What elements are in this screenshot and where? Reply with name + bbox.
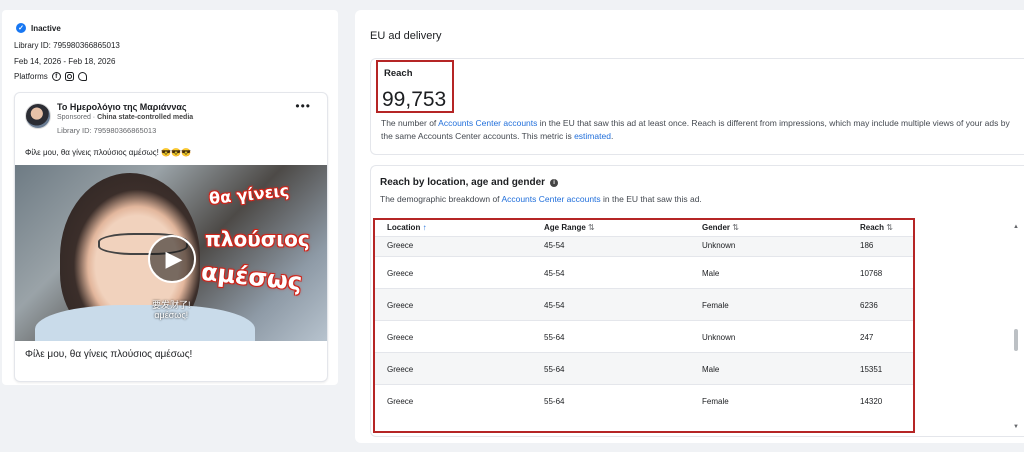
cell-reach: 247 [860, 333, 874, 342]
cell-location: Greece [387, 241, 414, 250]
column-label: Gender [702, 223, 731, 232]
cell-gender: Female [702, 301, 729, 310]
sort-icon: ⇅ [886, 223, 893, 232]
reach-description: The number of Accounts Center accounts i… [381, 117, 1021, 143]
library-id: Library ID: 795980366865013 [14, 41, 120, 50]
sort-asc-icon: ↑ [422, 223, 427, 232]
cell-location: Greece [387, 269, 414, 278]
cell-gender: Unknown [702, 241, 736, 250]
cell-gender: Male [702, 269, 720, 278]
estimated-link[interactable]: estimated [574, 131, 611, 141]
cell-age-range: 55-64 [544, 397, 565, 406]
breakdown-title: Reach by location, age and gender i [380, 177, 559, 188]
ad-caption: Φίλε μου, θα γίνεις πλούσιος αμέσως! [25, 349, 193, 360]
messenger-icon [77, 72, 87, 81]
column-header-age-range[interactable]: Age Range ⇅ [544, 223, 595, 232]
column-label: Reach [860, 223, 885, 232]
column-header-location[interactable]: Location ↑ [387, 223, 427, 232]
cell-age-range: 45-54 [544, 241, 565, 250]
reach-desc-text-3: . [610, 131, 614, 141]
avatar[interactable] [25, 103, 51, 129]
cell-location: Greece [387, 365, 414, 374]
column-label: Age Range [544, 223, 586, 232]
instagram-icon [64, 72, 74, 81]
info-icon[interactable]: i [550, 178, 559, 187]
cell-reach: 14320 [860, 397, 883, 406]
state-media-label: China state-controlled media [97, 114, 194, 121]
overlay-text-1: θα γίνεις [208, 180, 290, 209]
play-icon[interactable]: ▶ [148, 235, 196, 283]
overlay-text-2: πλούσιος [205, 227, 310, 251]
more-options-icon[interactable]: ••• [295, 99, 311, 113]
reach-value: 99,753 [382, 88, 447, 111]
video-subtitle-line-1: 要发财了! [152, 300, 191, 310]
cell-gender: Female [702, 397, 729, 406]
reach-highlight: Reach 99,753 [376, 60, 454, 113]
card-library-id: Library ID: 795980366865013 [57, 126, 157, 135]
scroll-down-icon[interactable]: ▼ [1013, 424, 1019, 430]
status-badge: ✓ Inactive [16, 23, 61, 33]
accounts-center-link[interactable]: Accounts Center accounts [438, 118, 537, 128]
cell-location: Greece [387, 333, 414, 342]
video-subtitle-line-2: αμέσως! [154, 310, 189, 320]
platforms-label: Platforms [14, 72, 48, 81]
cell-location: Greece [387, 301, 414, 310]
column-header-gender[interactable]: Gender ⇅ [702, 223, 739, 232]
cell-reach: 15351 [860, 365, 883, 374]
section-title: EU ad delivery [370, 30, 442, 42]
cell-gender: Unknown [702, 333, 736, 342]
table-row: Greece 55-64 Female 14320 [375, 384, 913, 416]
eu-delivery-panel: EU ad delivery Reach 99,753 The number o… [355, 10, 1024, 443]
status-label: Inactive [31, 23, 61, 33]
check-circle-icon: ✓ [16, 23, 26, 33]
cell-age-range: 45-54 [544, 301, 565, 310]
table-scrollbar[interactable]: ▲ ▼ [1012, 224, 1020, 430]
table-row: Greece 45-54 Female 6236 [375, 288, 913, 320]
scroll-up-icon[interactable]: ▲ [1013, 224, 1019, 230]
video-thumbnail-shirt [35, 305, 255, 341]
reach-desc-text-1: The number of [381, 118, 439, 128]
sort-icon: ⇅ [588, 223, 595, 232]
overlay-text-3: αμέσως [199, 257, 304, 297]
page-name[interactable]: Το Ημερολόγιο της Μαριάννας [57, 102, 187, 112]
cell-location: Greece [387, 397, 414, 406]
cell-age-range: 45-54 [544, 269, 565, 278]
breakdown-title-text: Reach by location, age and gender [380, 177, 546, 188]
cell-age-range: 55-64 [544, 365, 565, 374]
reach-label: Reach [384, 68, 413, 79]
table-row: Greece 45-54 Male 10768 [375, 256, 913, 288]
sponsored-line: Sponsored · China state-controlled media [57, 114, 194, 121]
sponsored-label: Sponsored [57, 114, 91, 121]
column-header-reach[interactable]: Reach ⇅ [860, 223, 893, 232]
cell-age-range: 55-64 [544, 333, 565, 342]
breakdown-desc-text-1: The demographic breakdown of [380, 194, 502, 204]
column-label: Location [387, 223, 421, 232]
table-row: Greece 45-54 Unknown 186 [375, 236, 913, 256]
breakdown-table: Location ↑ Age Range ⇅ Gender ⇅ Reach ⇅ … [373, 218, 915, 433]
cell-reach: 10768 [860, 269, 883, 278]
cell-reach: 186 [860, 241, 874, 250]
table-header: Location ↑ Age Range ⇅ Gender ⇅ Reach ⇅ [375, 220, 913, 236]
platforms-row: Platforms f [14, 72, 87, 81]
accounts-center-link-2[interactable]: Accounts Center accounts [501, 194, 600, 204]
cell-gender: Male [702, 365, 720, 374]
table-row: Greece 55-64 Male 15351 [375, 352, 913, 384]
date-range: Feb 14, 2026 - Feb 18, 2026 [14, 57, 116, 66]
table-row: Greece 55-64 Unknown 247 [375, 320, 913, 352]
ad-video[interactable]: θα γίνεις πλούσιος αμέσως 要发财了! αμέσως! … [15, 165, 327, 341]
sort-icon: ⇅ [732, 223, 739, 232]
breakdown-desc-text-2: in the EU that saw this ad. [600, 194, 702, 204]
cell-reach: 6236 [860, 301, 878, 310]
breakdown-description: The demographic breakdown of Accounts Ce… [380, 194, 702, 204]
ad-details-panel: ✓ Inactive Library ID: 795980366865013 F… [2, 10, 338, 385]
ad-body-text: Φίλε μου, θα γίνεις πλούσιος αμέσως! 😎😎😎 [25, 148, 191, 157]
scrollbar-thumb[interactable] [1014, 329, 1018, 351]
facebook-icon: f [51, 72, 61, 81]
ad-preview-card: Το Ημερολόγιο της Μαριάννας Sponsored · … [14, 92, 328, 382]
video-subtitle: 要发财了! αμέσως! [152, 300, 191, 320]
